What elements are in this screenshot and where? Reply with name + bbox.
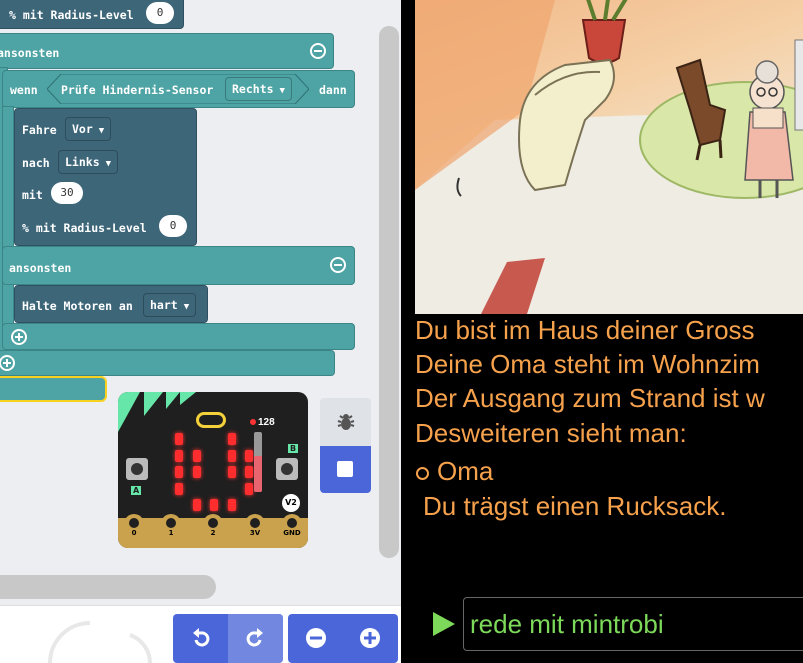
pin-3v[interactable]: 3V: [245, 514, 265, 542]
sensor-side-value: Rechts: [232, 82, 274, 96]
add-branch-plus-icon[interactable]: [0, 355, 15, 371]
scene-illustration: [415, 0, 803, 314]
else-label-inner: ansonsten: [9, 261, 72, 275]
pin-1-label: 1: [168, 529, 174, 537]
else-label-outer: ansonsten: [0, 46, 60, 60]
microbit-simulator[interactable]: 128 A B V2 0 1 2 3V GND: [118, 392, 308, 548]
stop-motors-block[interactable]: Halte Motoren an hart ▼: [14, 285, 208, 323]
radius-level-value[interactable]: 0: [146, 2, 174, 24]
pin-2-label: 2: [210, 529, 216, 537]
add-branch-plus-icon[interactable]: [11, 329, 27, 345]
pin-gnd-label: GND: [283, 529, 301, 537]
list-bullet-icon: [416, 467, 429, 480]
vertical-scrollbar[interactable]: [379, 26, 399, 558]
stop-mode-value: hart: [150, 298, 178, 312]
pin-gnd[interactable]: GND: [282, 514, 302, 542]
zoom-in-icon: [360, 628, 380, 648]
microphone-icon: [250, 419, 256, 425]
drive-block[interactable]: Fahre Vor ▼ nach Links ▼ mit 30 % mit Radi…: [14, 108, 197, 246]
drive-direction-dropdown[interactable]: Vor ▼: [65, 117, 112, 141]
dropdown-caret-icon: ▼: [279, 86, 285, 96]
story-line-3: Der Ausgang zum Strand ist w: [415, 383, 765, 413]
sound-level-value: 128: [258, 417, 275, 428]
redo-button[interactable]: [228, 614, 283, 663]
zoom-in-button[interactable]: [343, 614, 398, 663]
story-line-2: Deine Oma steht im Wohnzim: [415, 349, 760, 379]
sound-level-slider[interactable]: [254, 432, 262, 492]
pin-2[interactable]: 2: [203, 514, 223, 542]
pin-3v-label: 3V: [249, 529, 261, 537]
horizontal-scrollbar[interactable]: [0, 575, 216, 599]
adventure-panel: Du bist im Haus deiner Gross Deine Oma s…: [401, 0, 803, 663]
pin-1[interactable]: 1: [161, 514, 181, 542]
turn-direction-dropdown[interactable]: Links ▼: [58, 150, 119, 174]
dropdown-caret-icon: ▼: [105, 159, 112, 169]
story-line-4: Desweiteren sieht man:: [415, 418, 687, 448]
dropdown-caret-icon: ▼: [183, 302, 190, 312]
radius-level-label: % mit Radius-Level: [9, 8, 134, 22]
sensor-side-dropdown[interactable]: Rechts ▼: [225, 77, 292, 101]
zoom-out-icon: [306, 628, 326, 648]
stop-square-icon: [337, 461, 353, 477]
selected-block-outline[interactable]: [0, 376, 107, 402]
radius-label: % mit Radius-Level: [22, 221, 147, 235]
collapse-minus-icon[interactable]: [310, 43, 326, 59]
stop-simulator-button[interactable]: [320, 446, 371, 493]
debug-bug-icon: [337, 414, 355, 430]
blocks-editor[interactable]: % mit Radius-Level 0 ansonsten wenn Prüf…: [0, 0, 401, 663]
sound-level-fill: [254, 456, 262, 492]
else-block-outer[interactable]: ansonsten: [0, 33, 334, 69]
stop-motors-label: Halte Motoren an: [22, 299, 133, 313]
radius-value[interactable]: 0: [159, 215, 187, 237]
stop-mode-dropdown[interactable]: hart ▼: [143, 293, 197, 317]
zoom-out-button[interactable]: [288, 614, 343, 663]
inner-if-rail: [2, 106, 14, 326]
speed-value[interactable]: 30: [51, 182, 83, 204]
undo-icon: [193, 628, 210, 647]
collapse-minus-icon[interactable]: [330, 257, 346, 273]
obstacle-sensor-block[interactable]: Prüfe Hindernis-Sensor Rechts ▼: [47, 74, 309, 104]
radius-level-block-top[interactable]: % mit Radius-Level 0: [0, 0, 184, 29]
undo-button[interactable]: [173, 614, 228, 663]
trash-decor-icon: [48, 621, 152, 663]
story-line-1: Du bist im Haus deiner Gross: [415, 315, 755, 345]
else-block-inner[interactable]: ansonsten: [2, 246, 355, 285]
drive-direction-value: Vor: [72, 122, 93, 136]
redo-icon: [246, 628, 263, 647]
drive-label: Fahre: [22, 123, 57, 137]
toward-label: nach: [22, 156, 50, 170]
if-label: wenn: [10, 83, 38, 97]
turn-direction-value: Links: [65, 155, 100, 169]
debug-button[interactable]: [320, 398, 371, 446]
command-input[interactable]: rede mit mintrobi: [463, 597, 803, 651]
pin-0-label: 0: [131, 529, 137, 537]
pin-0[interactable]: 0: [124, 514, 144, 542]
button-a-label: A: [131, 486, 142, 495]
version-badge: V2: [282, 494, 300, 512]
dropdown-caret-icon: ▼: [98, 126, 105, 136]
inner-if-footer[interactable]: [2, 323, 355, 350]
button-a[interactable]: [126, 458, 148, 480]
then-label: dann: [319, 83, 347, 97]
visible-item-oma[interactable]: Oma: [437, 456, 493, 487]
inventory-line: Du trägst einen Rucksack.: [423, 491, 727, 521]
speed-label: mit: [22, 188, 43, 202]
button-b-label: B: [288, 444, 299, 453]
button-b[interactable]: [276, 458, 298, 480]
if-block[interactable]: wenn Prüfe Hindernis-Sensor Rechts ▼ dann: [2, 70, 355, 108]
play-arrow-icon: [433, 612, 455, 636]
outer-if-footer[interactable]: [0, 350, 335, 376]
obstacle-sensor-label: Prüfe Hindernis-Sensor: [61, 83, 214, 97]
